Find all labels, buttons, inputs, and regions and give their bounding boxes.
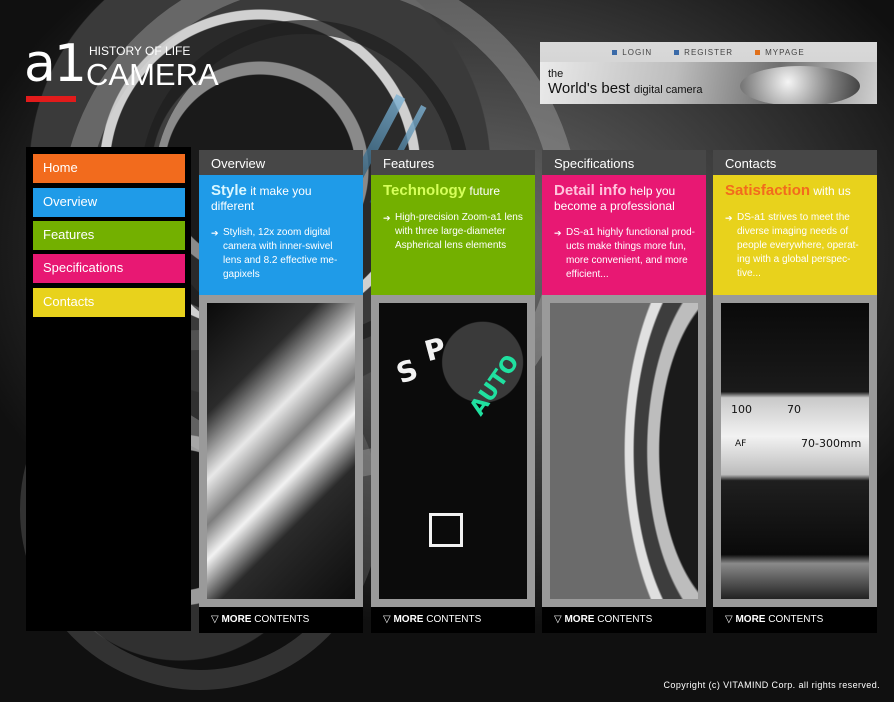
square-bullet-icon (755, 49, 761, 55)
lens-af-mark: AF (735, 439, 747, 449)
dial-auto-label: AUTO (465, 350, 525, 421)
logo-name: CAMERA (86, 57, 219, 92)
logo-tagline: HISTORY OF LIFE (89, 44, 191, 58)
register-link[interactable]: REGISTER (674, 48, 733, 57)
panel-description: ➔ DS-a1 highly functional prod-ucts make … (554, 227, 695, 280)
panel-intro: Technology future ➔ High-precision Zoom-a… (371, 175, 535, 295)
lens-mark-100: 100 (731, 403, 752, 416)
panel-description: ➔ Stylish, 12x zoom digital camera with i… (211, 227, 338, 280)
panel-description: ➔ High-precision Zoom-a1 lens with three … (383, 212, 523, 251)
more-contents-link[interactable]: ▽ MORE CONTENTS (713, 607, 877, 633)
more-contents-link[interactable]: ▽ MORE CONTENTS (542, 607, 706, 633)
dial-scene-icon (429, 513, 463, 547)
panel-photo-frame: 100 70 70-300mm AF (713, 295, 877, 607)
panel-title: Features (371, 150, 535, 175)
top-nav: LOGIN REGISTER MYPAGE (540, 42, 877, 62)
sidebar-item-specifications[interactable]: Specifications (33, 254, 185, 283)
panel-title: Specifications (542, 150, 706, 175)
panel-photo-frame: S P AUTO (371, 295, 535, 607)
specifications-panel: Specifications Detail info help you beco… (542, 150, 706, 633)
lens-mark-70: 70 (787, 403, 801, 416)
panel-headline: Technology future (383, 182, 501, 199)
arrow-bullet-icon: ➔ (725, 213, 733, 223)
dial-letter-s: S (391, 352, 423, 391)
sidebar-item-overview[interactable]: Overview (33, 188, 185, 217)
panel-photo-frame (199, 295, 363, 607)
panel-intro: Satisfaction with us ➔ DS-a1 strives to m… (713, 175, 877, 295)
sidebar-item-contacts[interactable]: Contacts (33, 288, 185, 317)
sidebar-item-features[interactable]: Features (33, 221, 185, 250)
copyright-text: Copyright (c) VITAMIND Corp. all rights … (663, 680, 880, 690)
more-contents-link[interactable]: ▽ MORE CONTENTS (199, 607, 363, 633)
zoom-lens-photo: 100 70 70-300mm AF (721, 303, 869, 599)
arrow-bullet-icon: ➔ (211, 228, 219, 238)
features-panel: Features Technology future ➔ High-precisi… (371, 150, 535, 633)
panel-intro: Style it make you different ➔ Stylish, 12… (199, 175, 363, 295)
sidebar-item-home[interactable]: Home (33, 154, 185, 183)
contacts-panel: Contacts Satisfaction with us ➔ DS-a1 str… (713, 150, 877, 633)
logo-underline (26, 96, 76, 102)
lens-barrel-photo (550, 303, 698, 599)
arrow-bullet-icon: ➔ (554, 228, 562, 238)
banner-headline: World's best digital camera (548, 80, 703, 97)
panel-headline: Style it make you different (211, 182, 312, 213)
banner-the: the (548, 68, 564, 80)
lens-closeup-photo (207, 303, 355, 599)
login-link[interactable]: LOGIN (612, 48, 652, 57)
panel-description: ➔ DS-a1 strives to meet the diverse imagi… (725, 212, 859, 279)
square-bullet-icon (674, 49, 680, 55)
top-banner: LOGIN REGISTER MYPAGE the World's best d… (540, 42, 877, 104)
panel-title: Contacts (713, 150, 877, 175)
logo-mark: a1 (24, 34, 87, 94)
arrow-bullet-icon: ➔ (383, 213, 391, 223)
dial-letter-p: P (421, 330, 450, 369)
panel-headline: Detail info help you become a profession… (554, 182, 676, 213)
square-bullet-icon (612, 49, 618, 55)
panel-intro: Detail info help you become a profession… (542, 175, 706, 295)
mode-dial-photo: S P AUTO (379, 303, 527, 599)
mypage-link[interactable]: MYPAGE (755, 48, 805, 57)
overview-panel: Overview Style it make you different ➔ St… (199, 150, 363, 633)
site-logo[interactable]: a1 HISTORY OF LIFE CAMERA (24, 36, 224, 106)
panel-headline: Satisfaction with us (725, 182, 851, 199)
panel-title: Overview (199, 150, 363, 175)
sidebar-nav: Home Overview Features Specifications Co… (26, 147, 191, 631)
more-contents-link[interactable]: ▽ MORE CONTENTS (371, 607, 535, 633)
panel-photo-frame (542, 295, 706, 607)
lens-focal-range: 70-300mm (801, 437, 862, 450)
